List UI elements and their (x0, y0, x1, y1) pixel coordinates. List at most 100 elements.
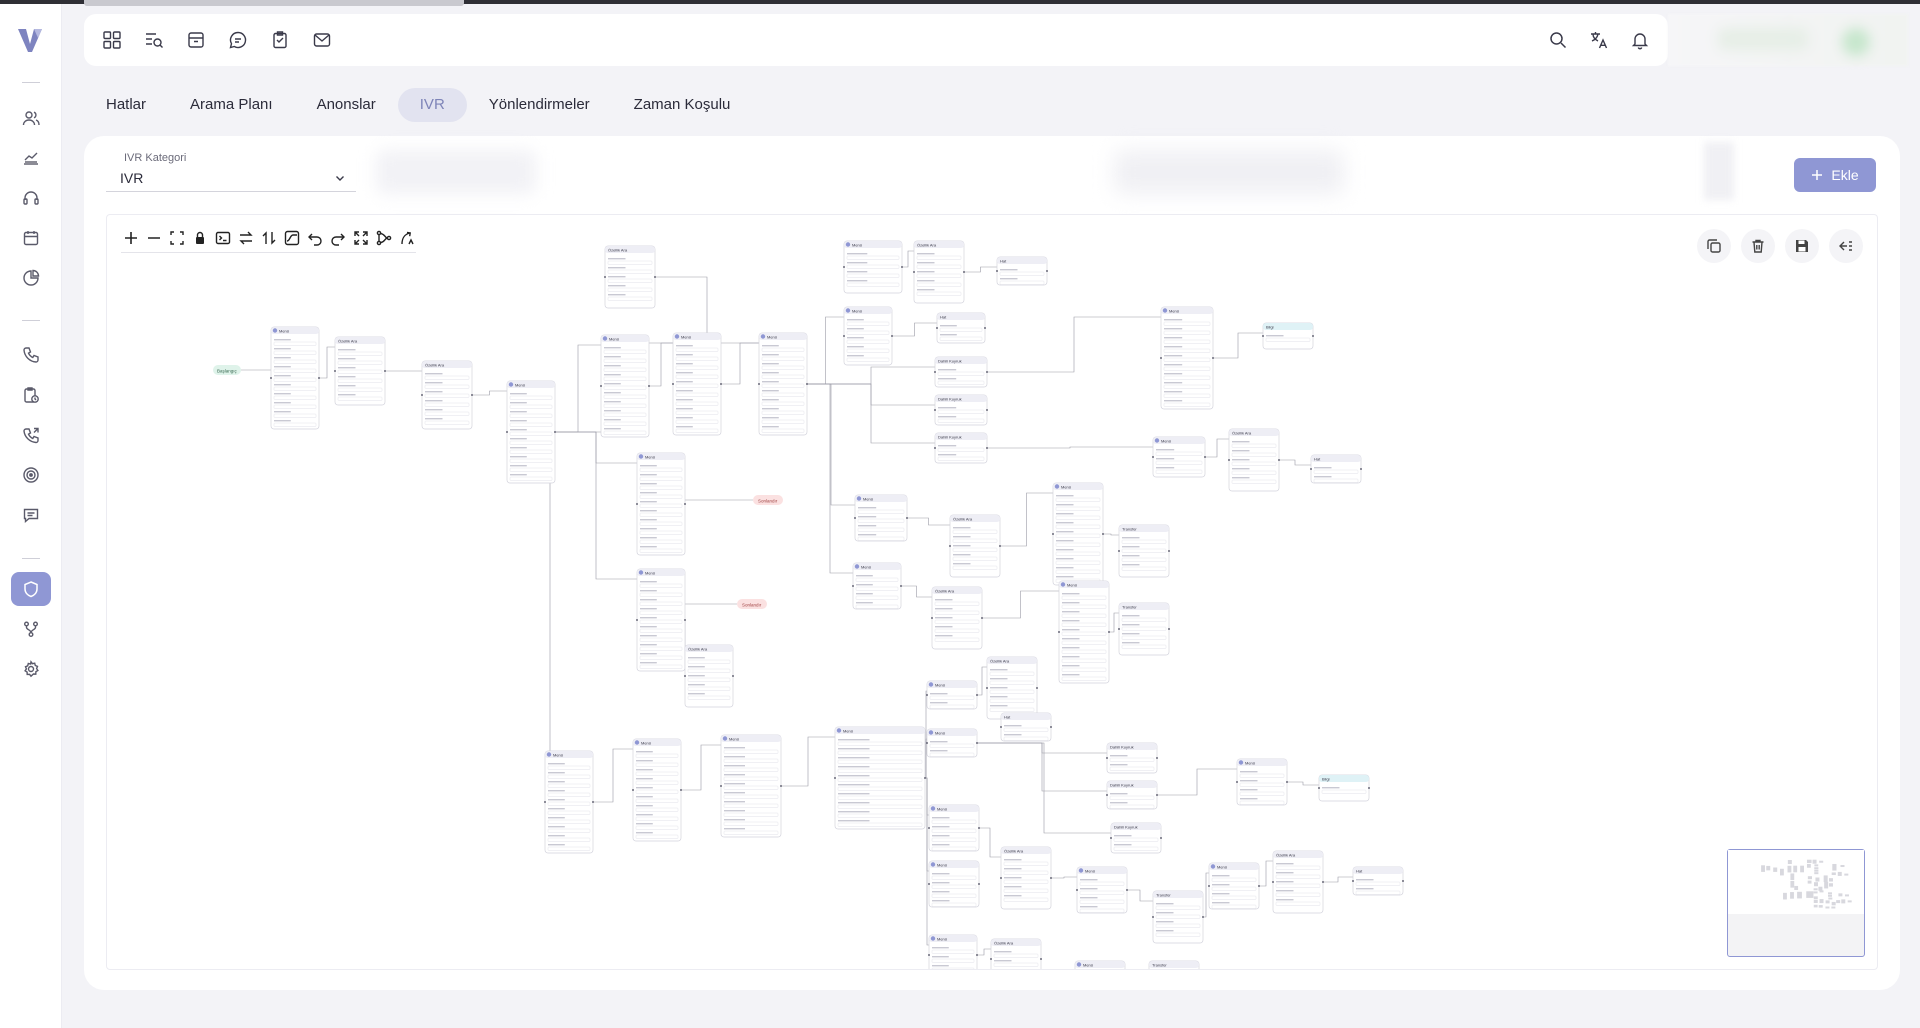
sidebar-item-integrations[interactable] (11, 612, 51, 646)
flow-node[interactable]: Menü (758, 332, 808, 436)
flow-node[interactable]: Bilgi (1262, 322, 1314, 350)
sidebar-item-reports[interactable] (11, 261, 51, 295)
chat-icon[interactable] (228, 30, 248, 50)
flow-node[interactable]: Hat (1000, 712, 1052, 742)
flow-node[interactable]: Transfer (1152, 890, 1204, 944)
minimap-viewport[interactable] (1728, 850, 1864, 914)
flow-node[interactable]: Hat (1352, 866, 1404, 896)
flow-node[interactable]: Menü (843, 240, 903, 294)
flow-edge[interactable] (907, 517, 950, 526)
flow-edge[interactable] (1279, 459, 1311, 466)
sidebar-item-messages[interactable] (11, 498, 51, 532)
redo-button[interactable] (328, 227, 347, 249)
flow-node[interactable]: Özellik Ara (1000, 846, 1052, 910)
flow-node[interactable]: Özellik Ara (1228, 428, 1280, 492)
horizontal-layout-button[interactable] (236, 227, 255, 249)
flow-node[interactable]: Özellik Ara (604, 245, 656, 309)
flow-edge[interactable] (977, 948, 991, 956)
flow-edge[interactable] (979, 827, 1001, 858)
flow-edge[interactable] (681, 744, 721, 791)
flow-node[interactable]: Menü (1074, 960, 1126, 970)
zoom-out-button[interactable] (144, 227, 163, 249)
flow-node[interactable]: Menü (600, 334, 650, 438)
flow-edge[interactable] (807, 383, 853, 574)
edge-style-button[interactable] (282, 227, 301, 249)
flow-edge[interactable] (977, 666, 987, 696)
flow-edge[interactable] (925, 777, 929, 946)
fit-view-button[interactable] (167, 227, 186, 249)
sidebar-item-pbx[interactable] (11, 572, 51, 606)
flow-node[interactable]: Menü (928, 934, 978, 970)
flow-node[interactable]: Menü (1236, 758, 1288, 806)
flow-edge[interactable] (964, 266, 997, 273)
search-list-icon[interactable] (144, 30, 164, 50)
flow-node[interactable]: Özellik Ara (913, 240, 965, 304)
flow-edge[interactable] (472, 390, 507, 396)
flow-edge[interactable] (987, 316, 1161, 373)
vertical-layout-button[interactable] (259, 227, 278, 249)
flow-edge[interactable] (781, 736, 835, 787)
flow-edge[interactable] (1287, 781, 1319, 786)
flow-node[interactable]: Menü (636, 452, 686, 556)
terminal-button[interactable] (213, 227, 232, 249)
flow-edge[interactable] (901, 585, 932, 598)
flow-minimap[interactable] (1727, 849, 1865, 957)
flow-node[interactable]: Özellik Ara (931, 586, 983, 650)
flow-node[interactable]: Menü (270, 326, 320, 430)
flow-edge[interactable] (1127, 889, 1153, 902)
flow-node[interactable]: Özellik Ara (990, 938, 1042, 970)
flow-edge[interactable] (593, 748, 633, 803)
delete-button[interactable] (1741, 229, 1775, 263)
sidebar-item-support[interactable] (11, 181, 51, 215)
user-profile-area[interactable] (1668, 14, 1908, 66)
flow-edge[interactable] (987, 446, 1153, 449)
flow-node[interactable]: Menü (928, 860, 980, 908)
flow-node[interactable]: Transfer (1118, 602, 1170, 656)
flow-node[interactable]: Hat (936, 312, 986, 344)
flow-node[interactable]: Menü (1076, 866, 1128, 914)
bell-icon[interactable] (1630, 30, 1650, 50)
flow-node[interactable]: Dahili Kuyruk (1110, 822, 1162, 854)
translate-icon[interactable] (1589, 30, 1609, 50)
flow-edge[interactable] (555, 344, 601, 433)
flow-node[interactable]: Menü (1052, 482, 1104, 586)
flow-edge[interactable] (721, 342, 759, 385)
flow-edge[interactable] (807, 383, 935, 444)
flow-edge[interactable] (649, 342, 673, 387)
sidebar-item-campaigns[interactable] (11, 458, 51, 492)
flow-node[interactable]: Dahili Kuyruk (934, 432, 988, 464)
flow-node[interactable]: Özellik Ara (949, 514, 1001, 578)
zoom-in-button[interactable] (121, 227, 140, 249)
flow-node[interactable]: Menü (632, 738, 682, 842)
flow-edge[interactable] (807, 316, 844, 385)
clipboard-icon[interactable] (270, 30, 290, 50)
flow-node[interactable]: Menü (926, 728, 978, 758)
tab-ivr[interactable]: IVR (397, 88, 467, 122)
tab-dial-plan[interactable]: Arama Planı (168, 88, 295, 122)
flow-edge[interactable] (1103, 533, 1119, 536)
flow-edge[interactable] (1109, 612, 1119, 633)
flow-node[interactable]: Menü (544, 750, 594, 854)
flow-edge[interactable] (1213, 332, 1263, 359)
mail-icon[interactable] (312, 30, 332, 50)
flow-edge[interactable] (319, 346, 335, 379)
archive-icon[interactable] (186, 30, 206, 50)
flow-end-node[interactable]: Sonlandır (737, 599, 767, 609)
flow-node[interactable]: Menü (854, 494, 908, 542)
tab-announcements[interactable]: Anonslar (295, 88, 398, 122)
flow-edge[interactable] (807, 366, 935, 385)
ivr-category-select[interactable]: IVR Kategori IVR (106, 152, 356, 192)
flow-node[interactable]: Dahili Kuyruk (934, 356, 988, 388)
connect-button[interactable] (374, 227, 393, 249)
flow-end-node[interactable]: Sonlandır (753, 495, 783, 505)
flow-edge[interactable] (555, 431, 637, 580)
flow-edge[interactable] (977, 742, 1107, 792)
flow-node[interactable]: Özellik Ara (1272, 850, 1324, 914)
sidebar-item-charts[interactable] (11, 141, 51, 175)
flow-edge[interactable] (1323, 876, 1353, 883)
flow-node[interactable]: Dahili Kuyruk (1106, 780, 1158, 810)
flow-node[interactable]: Menü (1058, 580, 1110, 684)
flow-node[interactable]: Menü (506, 380, 556, 484)
flow-node[interactable]: Hat (996, 256, 1048, 286)
flow-node[interactable]: Dahili Kuyruk (1106, 742, 1158, 774)
